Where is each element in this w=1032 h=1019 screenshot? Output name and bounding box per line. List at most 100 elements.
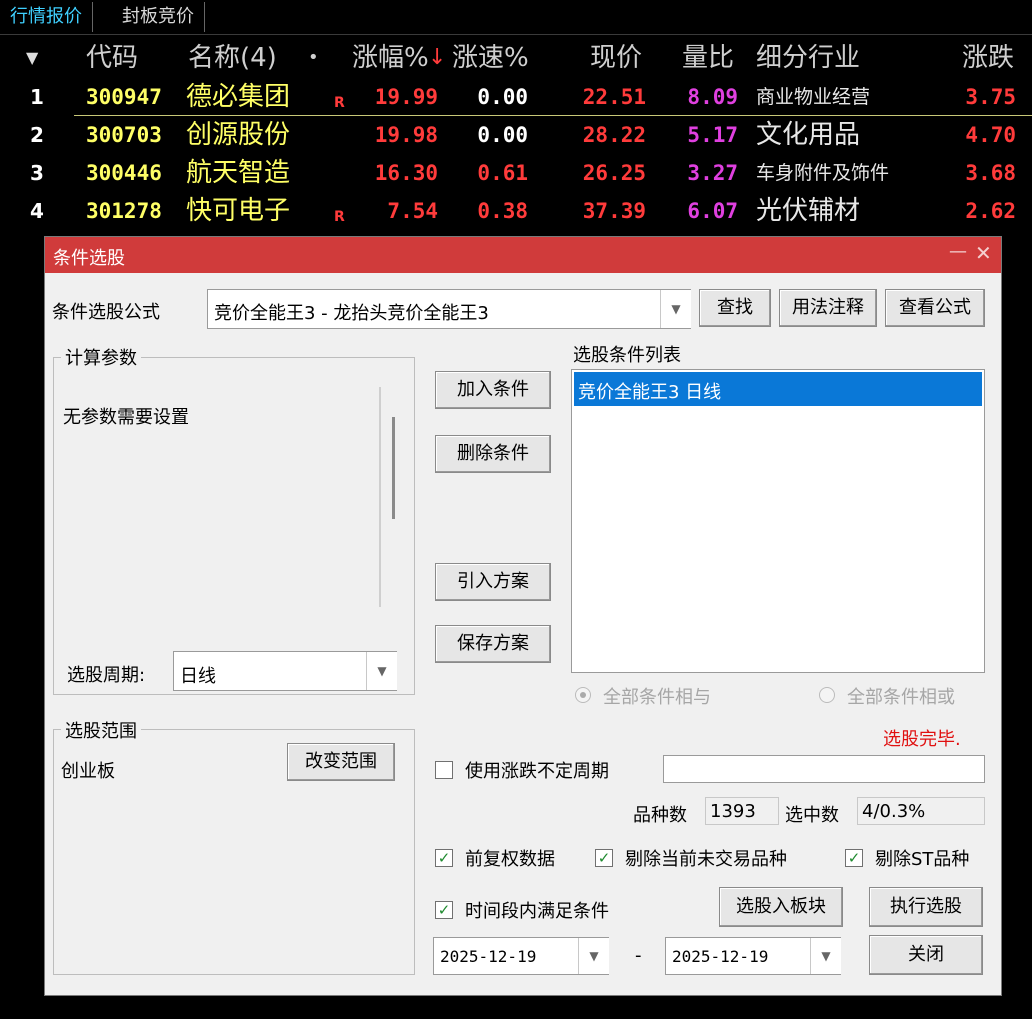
stock-name: 德必集团 [186, 82, 291, 112]
col-price[interactable]: 现价 [590, 38, 642, 78]
speed-pct: 0.00 [477, 85, 528, 109]
formula-label: 条件选股公式 [52, 302, 160, 323]
radio-or[interactable] [819, 687, 835, 703]
tab-quotes[interactable]: 行情报价 [0, 2, 93, 32]
tab-auction[interactable]: 封板竞价 [112, 2, 205, 32]
forward-adjust-label: 前复权数据 [465, 849, 555, 870]
industry: 商业物业经营 [756, 86, 871, 108]
scope-value: 创业板 [61, 761, 115, 782]
col-volume-ratio[interactable]: 量比 [682, 38, 734, 78]
time-range-checkbox[interactable]: ✓ [435, 901, 453, 919]
list-item[interactable]: 竞价全能王3 日线 [574, 372, 982, 406]
selected-box: 4/0.3% [857, 797, 985, 825]
list-item-label: 竞价全能王3 日线 [578, 382, 722, 403]
radio-or-label: 全部条件相或 [847, 687, 955, 708]
chevron-down-icon[interactable]: ▼ [578, 938, 609, 974]
industry: 文化用品 [756, 120, 861, 150]
change: 3.75 [965, 85, 1016, 109]
table-row[interactable]: 1 300947 德必集团 R 19.99 0.00 22.51 8.09 商业… [0, 78, 1032, 116]
chevron-down-icon[interactable]: ▼ [366, 652, 397, 690]
use-period-checkbox[interactable] [435, 761, 453, 779]
dialog-title: 条件选股 [53, 248, 125, 269]
import-scheme-button[interactable]: 引入方案 [435, 563, 551, 601]
speed-pct: 0.38 [477, 199, 528, 223]
r-marker: R [334, 209, 345, 225]
date-from-value: 2025-12-19 [440, 947, 537, 966]
change: 4.70 [965, 123, 1016, 147]
exclude-st-checkbox[interactable]: ✓ [845, 849, 863, 867]
params-scrollbar[interactable] [379, 387, 381, 607]
forward-adjust-checkbox[interactable]: ✓ [435, 849, 453, 867]
change-scope-button[interactable]: 改变范围 [287, 743, 395, 781]
chevron-down-icon[interactable]: ▼ [660, 290, 691, 328]
col-change[interactable]: 涨跌 [962, 38, 1014, 78]
selected-value: 4/0.3% [862, 801, 926, 822]
dialog-titlebar[interactable]: 条件选股 — ✕ [45, 237, 1001, 273]
change-pct: 7.54 [387, 199, 438, 223]
price: 22.51 [582, 85, 646, 109]
col-speed[interactable]: 涨速% [452, 38, 529, 78]
chevron-down-icon[interactable]: ▼ [810, 938, 841, 974]
condition-list[interactable]: 竞价全能王3 日线 [571, 369, 985, 673]
time-range-label: 时间段内满足条件 [465, 901, 609, 922]
params-group-title: 计算参数 [61, 344, 141, 370]
add-to-block-button[interactable]: 选股入板块 [719, 887, 843, 927]
scope-group-title: 选股范围 [61, 717, 141, 743]
period-label: 选股周期: [67, 665, 146, 686]
volume-ratio: 5.17 [687, 123, 738, 147]
radio-and[interactable] [575, 687, 591, 703]
view-formula-button[interactable]: 查看公式 [885, 289, 985, 327]
params-scroll-thumb[interactable] [392, 417, 395, 519]
industry: 光伏辅材 [756, 196, 861, 226]
use-period-label: 使用涨跌不定周期 [465, 761, 609, 782]
delete-condition-button[interactable]: 删除条件 [435, 435, 551, 473]
date-separator: - [635, 945, 642, 966]
row-index: 2 [30, 123, 44, 147]
change-pct: 19.98 [374, 123, 438, 147]
table-header: ▼ 代码 名称(4) • 涨幅% ↓ 涨速% 现价 量比 细分行业 涨跌 [0, 38, 1032, 78]
change-pct: 16.30 [374, 161, 438, 185]
close-button[interactable]: 关闭 [869, 935, 983, 975]
period-select[interactable]: 日线 ▼ [173, 651, 397, 691]
minimize-icon[interactable]: — [949, 241, 967, 262]
volume-ratio: 8.09 [687, 85, 738, 109]
formula-select[interactable]: 竞价全能王3 - 龙抬头竞价全能王3 ▼ [207, 289, 691, 329]
table-row[interactable]: 3 300446 航天智造 16.30 0.61 26.25 3.27 车身附件… [0, 154, 1032, 192]
params-text: 无参数需要设置 [63, 407, 189, 428]
change: 3.68 [965, 161, 1016, 185]
stock-name: 创源股份 [186, 120, 291, 150]
stock-code: 300947 [86, 85, 162, 109]
status-text: 选股完毕. [883, 729, 961, 750]
col-industry[interactable]: 细分行业 [756, 38, 860, 78]
date-to-picker[interactable]: 2025-12-19 ▼ [665, 937, 841, 975]
row-index: 4 [30, 199, 44, 223]
stock-name: 快可电子 [186, 196, 291, 226]
period-input[interactable] [663, 755, 985, 783]
tab-bar: 行情报价 封板竞价 [0, 0, 1032, 35]
row-index: 3 [30, 161, 44, 185]
stock-code: 300446 [86, 161, 162, 185]
col-code[interactable]: 代码 [86, 38, 138, 78]
sort-arrow-icon[interactable]: ▼ [26, 38, 38, 78]
find-button[interactable]: 查找 [699, 289, 771, 327]
exclude-untraded-label: 剔除当前未交易品种 [625, 849, 787, 870]
col-change-pct[interactable]: 涨幅% [352, 38, 429, 78]
count-value: 1393 [710, 801, 756, 822]
usage-notes-button[interactable]: 用法注释 [779, 289, 877, 327]
stock-name: 航天智造 [186, 158, 291, 188]
table-row[interactable]: 4 301278 快可电子 R 7.54 0.38 37.39 6.07 光伏辅… [0, 192, 1032, 230]
exclude-untraded-checkbox[interactable]: ✓ [595, 849, 613, 867]
col-name[interactable]: 名称(4) [188, 38, 277, 78]
date-to-value: 2025-12-19 [672, 947, 769, 966]
exclude-st-label: 剔除ST品种 [875, 849, 970, 870]
col-dot: • [308, 47, 319, 68]
table-row[interactable]: 2 300703 创源股份 19.98 0.00 28.22 5.17 文化用品… [0, 116, 1032, 154]
volume-ratio: 3.27 [687, 161, 738, 185]
save-scheme-button[interactable]: 保存方案 [435, 625, 551, 663]
date-from-picker[interactable]: 2025-12-19 ▼ [433, 937, 609, 975]
run-screening-button[interactable]: 执行选股 [869, 887, 983, 927]
add-condition-button[interactable]: 加入条件 [435, 371, 551, 409]
speed-pct: 0.00 [477, 123, 528, 147]
radio-and-label: 全部条件相与 [603, 687, 711, 708]
close-icon[interactable]: ✕ [975, 241, 992, 265]
